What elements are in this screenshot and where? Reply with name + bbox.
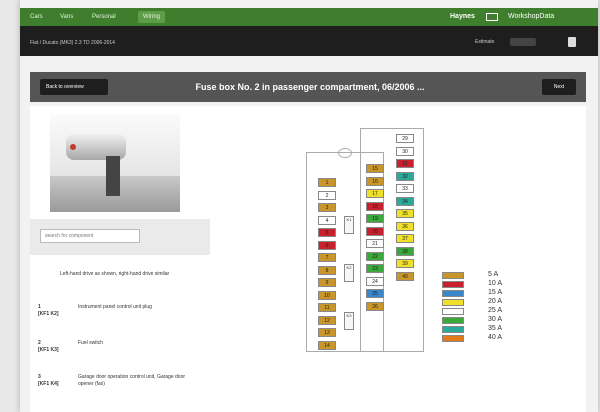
legend-label: 20 A (488, 298, 503, 305)
item-code: [KF1 K3] (38, 347, 59, 353)
fuse-10[interactable]: 10 (318, 290, 336, 300)
tab-personal[interactable]: Personal (92, 11, 116, 23)
estimate-toggle[interactable] (510, 38, 536, 46)
item-description: Garage door operation control unit, Gara… (78, 374, 186, 387)
legend-swatch (442, 317, 464, 324)
fuse-20[interactable]: 20 (366, 226, 384, 236)
top-nav: Cars Vans Personal Wiring Haynes Worksho… (20, 8, 598, 26)
legend-swatch (442, 281, 464, 288)
next-label: Next (553, 84, 565, 90)
relay-k2[interactable]: K2 (344, 264, 354, 282)
item-number: 1 (38, 304, 41, 310)
fuse-16[interactable]: 16 (366, 176, 384, 186)
brand-workshopdata: WorkshopData (508, 13, 555, 20)
fuse-14[interactable]: 14 (318, 340, 336, 350)
fuse-23[interactable]: 23 (366, 264, 384, 273)
fuse-19[interactable]: 19 (366, 214, 384, 223)
fuse-40[interactable]: 40 (396, 271, 414, 281)
fuse-29[interactable]: 29 (396, 134, 414, 143)
fuse-25[interactable]: 25 (366, 289, 384, 298)
fuse-33[interactable]: 33 (396, 184, 414, 193)
item-description: Fuel switch (78, 340, 104, 346)
fuse-2[interactable]: 2 (318, 190, 336, 200)
photo-bracket (106, 156, 120, 196)
legend-swatch (442, 290, 464, 297)
legend-swatch (442, 272, 464, 279)
tab-cars[interactable]: Cars (30, 11, 43, 23)
app-window: Cars Vans Personal Wiring Haynes Worksho… (20, 0, 598, 412)
legend-swatch (442, 299, 464, 306)
legend-label: 5 A (488, 271, 499, 278)
estimate-label: Estimate (475, 39, 495, 45)
fuse-1[interactable]: 1 (318, 178, 336, 187)
legend-swatch (442, 308, 464, 315)
legend-label: 10 A (488, 280, 503, 287)
legend-label: 15 A (488, 289, 503, 296)
fusebox-location-photo (50, 114, 180, 212)
back-label: Back to overview (46, 84, 84, 90)
next-button[interactable]: Next (542, 79, 576, 95)
back-to-overview-button[interactable]: Back to overview (40, 79, 108, 95)
legend-label: 30 A (488, 316, 503, 323)
fuse-3[interactable]: 3 (318, 203, 336, 212)
fuse-11[interactable]: 11 (318, 303, 336, 312)
fuse-9[interactable]: 9 (318, 278, 336, 287)
fuse-34[interactable]: 34 (396, 196, 414, 206)
tab-vans[interactable]: Vans (60, 11, 73, 23)
fuse-31[interactable]: 31 (396, 159, 414, 168)
component-panel: Left-hand drive as shown, right-hand dri… (30, 106, 210, 412)
fuse-30[interactable]: 30 (396, 146, 414, 156)
search-area (30, 219, 210, 255)
legend-swatch (442, 335, 464, 342)
fuse-39[interactable]: 39 (396, 259, 414, 268)
vehicle-bar: Fiat / Ducato (MK3) 2.3 TD 2006-2014 Est… (20, 26, 598, 56)
fuse-15[interactable]: 15 (366, 164, 384, 173)
print-icon[interactable] (568, 37, 576, 47)
brand-haynes: Haynes (450, 13, 475, 20)
item-code: [KF1 K4] (38, 381, 59, 387)
tab-wiring[interactable]: Wiring (138, 11, 166, 23)
legend-label: 40 A (488, 334, 503, 341)
fuse-22[interactable]: 22 (366, 251, 384, 261)
item-description: Instrument panel control unit plug (78, 304, 152, 310)
fuse-37[interactable]: 37 (396, 234, 414, 243)
fuse-38[interactable]: 38 (396, 246, 414, 256)
fuse-36[interactable]: 36 (396, 221, 414, 231)
location-marker-icon (70, 144, 76, 150)
fuse-17[interactable]: 17 (366, 189, 384, 198)
title-bar: Back to overview Fuse box No. 2 in passe… (30, 72, 586, 102)
item-code: [KF1 K2] (38, 311, 59, 317)
fuse-24[interactable]: 24 (366, 276, 384, 286)
fuse-18[interactable]: 18 (366, 201, 384, 211)
fuse-12[interactable]: 12 (318, 315, 336, 325)
fusebox-diagram: 1 2 3 4 5 6 7 8 9 10 11 12 13 14 15 16 17 18 19 20 21 22 23 24 2… (210, 106, 586, 412)
fuse-6[interactable]: 6 (318, 240, 336, 250)
legend-swatch (442, 326, 464, 333)
fuse-5[interactable]: 5 (318, 228, 336, 237)
page-title: Fuse box No. 2 in passenger compartment,… (195, 82, 425, 92)
component-search-input[interactable] (40, 229, 140, 243)
fuse-13[interactable]: 13 (318, 328, 336, 337)
drive-note: Left-hand drive as shown, right-hand dri… (60, 271, 170, 277)
brand-logo-icon (486, 13, 498, 21)
item-number: 3 (38, 374, 41, 380)
fuse-7[interactable]: 7 (318, 253, 336, 262)
legend-label: 25 A (488, 307, 503, 314)
fuse-4[interactable]: 4 (318, 215, 336, 225)
connector-icon (338, 148, 352, 158)
fuse-35[interactable]: 35 (396, 209, 414, 218)
fuse-8[interactable]: 8 (318, 265, 336, 275)
fuse-26[interactable]: 26 (366, 301, 384, 311)
relay-k1[interactable]: K1 (344, 216, 354, 234)
fuse-21[interactable]: 21 (366, 239, 384, 248)
relay-k3[interactable]: K3 (344, 312, 354, 330)
vehicle-selection[interactable]: Fiat / Ducato (MK3) 2.3 TD 2006-2014 (30, 40, 115, 46)
legend-label: 35 A (488, 325, 503, 332)
item-number: 2 (38, 340, 41, 346)
fuse-32[interactable]: 32 (396, 171, 414, 181)
fusebox-canvas: 1 2 3 4 5 6 7 8 9 10 11 12 13 14 15 16 17 18 19 20 21 22 23 24 2… (210, 106, 586, 412)
